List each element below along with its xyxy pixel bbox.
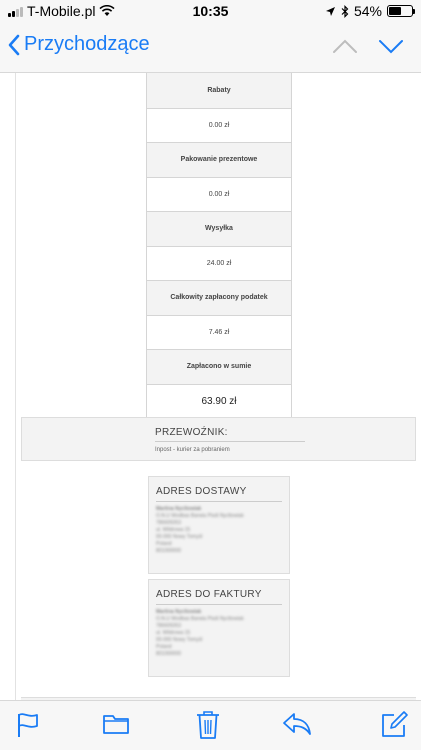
address-line: 801000000 [156, 548, 182, 554]
folder-icon[interactable] [102, 712, 130, 736]
chevron-left-icon [8, 34, 20, 55]
address-line: O.N.U Wodbas Barwia Pisdi Nycltowiak [156, 513, 244, 519]
address-line: Martina Nycltowiak [156, 506, 202, 512]
carrier-title: PRZEWOŹNIK: [155, 427, 228, 438]
quote-divider [15, 73, 16, 700]
next-message-button[interactable] [378, 38, 404, 54]
table-row: 24.00 zł [147, 245, 291, 280]
battery-percent: 54% [353, 3, 382, 19]
trash-icon[interactable] [196, 710, 220, 740]
reply-icon[interactable] [282, 712, 312, 736]
address-line: 00-000 Nowy Tomyśl [156, 534, 203, 540]
bluetooth-icon [341, 4, 349, 18]
address-line: Poland [156, 644, 172, 650]
divider [156, 501, 282, 502]
shipping-address-box: ADRES DOSTAWY Martina Nycltowiak O.N.U W… [148, 476, 290, 574]
table-row: Zapłacono w sumie [147, 349, 291, 384]
address-line: ul. Wildrowa 15 [156, 630, 191, 636]
battery-fill [389, 7, 401, 15]
billing-address-title: ADRES DO FAKTURY [156, 589, 262, 600]
shipping-address-title: ADRES DOSTAWY [156, 486, 247, 497]
status-bar: T-Mobile.pl 10:35 54% [0, 0, 421, 24]
address-line: ul. Wildrowa 15 [156, 527, 191, 533]
order-summary-table: Rabaty 0.00 zł Pakowanie prezentowe 0.00… [146, 73, 292, 419]
address-line: Martina Nycltowiak [156, 609, 202, 615]
carrier-box: PRZEWOŹNIK: Inpost - kurier za pobraniem [21, 417, 416, 461]
total-paid: 63.90 zł [147, 383, 291, 418]
table-row: 7.46 zł [147, 314, 291, 349]
address-line: 786609353 [156, 623, 182, 629]
back-button[interactable]: Przychodzące [8, 33, 150, 56]
shipping-address-lines: Martina Nycltowiak O.N.U Wodbas Barwia P… [156, 506, 244, 555]
flag-icon[interactable] [16, 712, 40, 738]
table-row: Rabaty [147, 73, 291, 108]
table-row: 0.00 zł [147, 176, 291, 211]
nav-bar: Przychodzące [0, 24, 421, 73]
divider [156, 604, 282, 605]
location-icon [325, 6, 335, 16]
bottom-toolbar [0, 700, 421, 750]
compose-icon[interactable] [381, 711, 408, 738]
table-row: Pakowanie prezentowe [147, 142, 291, 177]
address-line: Poland [156, 541, 172, 547]
address-line: 00-000 Nowy Tomyśl [156, 637, 203, 643]
table-row: 0.00 zł [147, 107, 291, 142]
previous-message-button[interactable] [332, 38, 358, 54]
back-label: Przychodzące [24, 33, 150, 55]
status-right: 54% [325, 3, 415, 19]
billing-address-lines: Martina Nycltowiak O.N.U Wodbas Barwia P… [156, 609, 244, 658]
divider [155, 441, 305, 442]
carrier-text: Inpost - kurier za pobraniem [155, 447, 230, 453]
table-row: Całkowity zapłacony podatek [147, 280, 291, 315]
table-row: Wysyłka [147, 211, 291, 246]
battery-icon [387, 5, 415, 17]
billing-address-box: ADRES DO FAKTURY Martina Nycltowiak O.N.… [148, 579, 290, 677]
address-line: 801000000 [156, 651, 182, 657]
address-line: 786609353 [156, 520, 182, 526]
address-line: O.N.U Wodbas Barwia Pisdi Nycltowiak [156, 616, 244, 622]
message-body[interactable]: Rabaty 0.00 zł Pakowanie prezentowe 0.00… [0, 73, 421, 700]
